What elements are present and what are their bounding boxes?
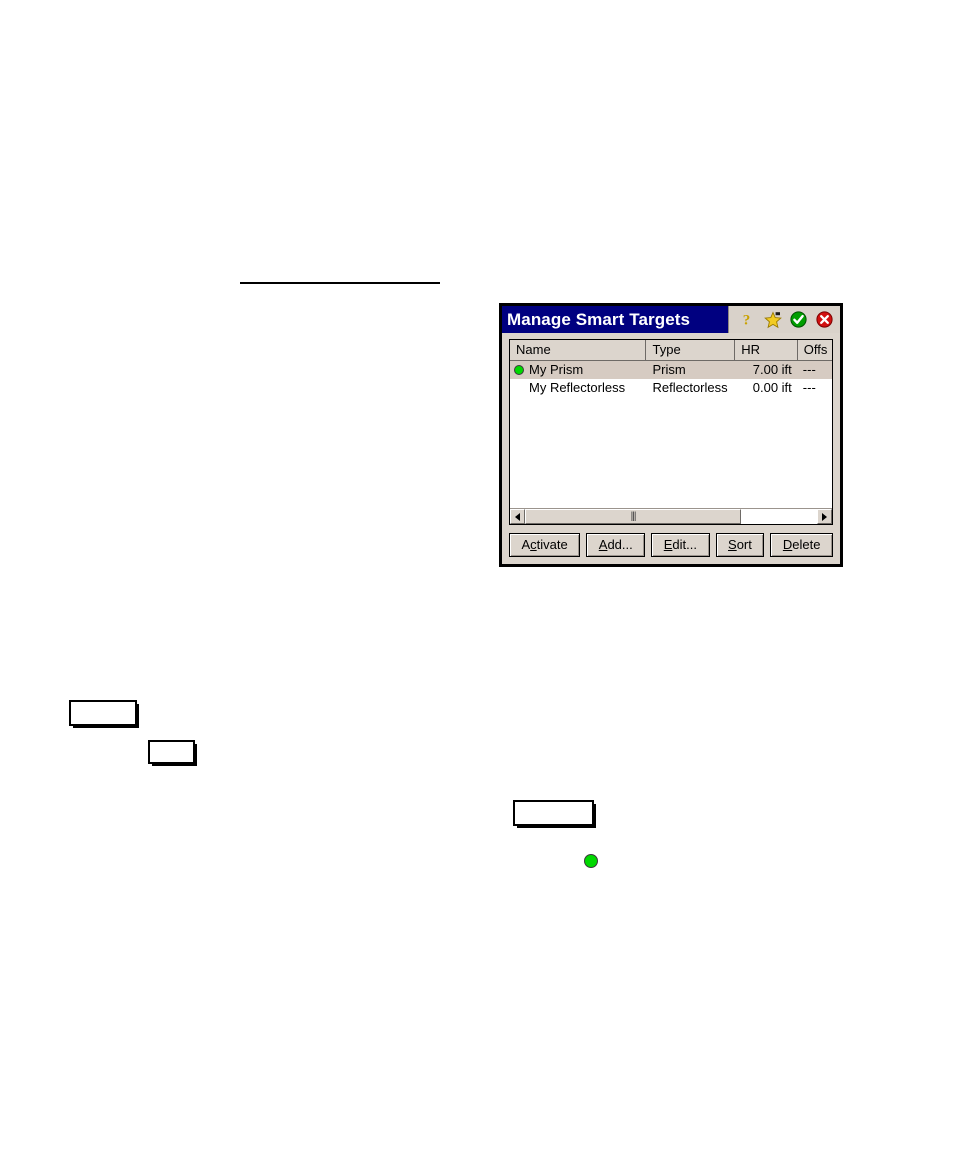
cell-name: My Reflectorless [510,379,646,397]
column-header-name[interactable]: Name [510,340,647,360]
empty-box-1 [69,700,137,726]
inactive-target-marker-icon [514,383,524,393]
edit-button[interactable]: Edit... [651,533,710,557]
activate-button[interactable]: Activate [509,533,581,557]
list-rows: My Prism Prism 7.00 ift --- My Reflector… [510,361,832,508]
targets-list[interactable]: Name Type HR Offs My Prism Prism 7.00 if… [509,339,833,525]
target-name: My Prism [529,362,584,377]
horizontal-scrollbar[interactable]: ||| [510,508,832,524]
empty-box-3 [513,800,594,826]
manage-smart-targets-dialog: Manage Smart Targets ? Name Type HR Offs… [499,303,843,567]
dialog-body: Name Type HR Offs My Prism Prism 7.00 if… [502,333,840,564]
dialog-button-bar: Activate Add... Edit... Sort Delete [509,525,833,557]
cell-type: Reflectorless [652,380,728,395]
ok-check-icon[interactable] [789,310,808,329]
green-status-dot-icon [584,854,598,868]
cell-hr: 7.00 ift [752,362,792,377]
cell-offset: --- [802,380,816,395]
scrollbar-thumb[interactable]: ||| [525,509,742,524]
scroll-left-arrow-icon[interactable] [510,509,525,524]
dialog-title: Manage Smart Targets [507,310,691,329]
empty-box-2 [148,740,195,764]
favorites-star-icon[interactable] [763,310,782,329]
column-header-offset[interactable]: Offs [798,340,832,360]
close-icon[interactable] [815,310,834,329]
delete-button[interactable]: Delete [770,533,833,557]
column-header-type[interactable]: Type [646,340,736,360]
dialog-titlebar: Manage Smart Targets ? [502,306,840,333]
cell-offset: --- [802,362,816,377]
cell-type: Prism [652,362,686,377]
add-button[interactable]: Add... [586,533,646,557]
scroll-right-arrow-icon[interactable] [817,509,832,524]
sort-button[interactable]: Sort [715,533,765,557]
horizontal-rule [240,282,440,284]
scrollbar-track[interactable]: ||| [525,509,817,524]
column-header-hr[interactable]: HR [735,340,798,360]
svg-text:?: ? [743,313,751,329]
active-target-marker-icon [514,365,524,375]
titlebar-icon-group: ? [728,306,840,333]
table-row[interactable]: My Reflectorless Reflectorless 0.00 ift … [510,379,832,397]
cell-hr: 0.00 ift [752,380,792,395]
table-row[interactable]: My Prism Prism 7.00 ift --- [510,361,832,379]
help-icon[interactable]: ? [737,310,756,329]
target-name: My Reflectorless [529,380,626,395]
list-header-row: Name Type HR Offs [510,340,832,361]
cell-name: My Prism [510,361,646,379]
